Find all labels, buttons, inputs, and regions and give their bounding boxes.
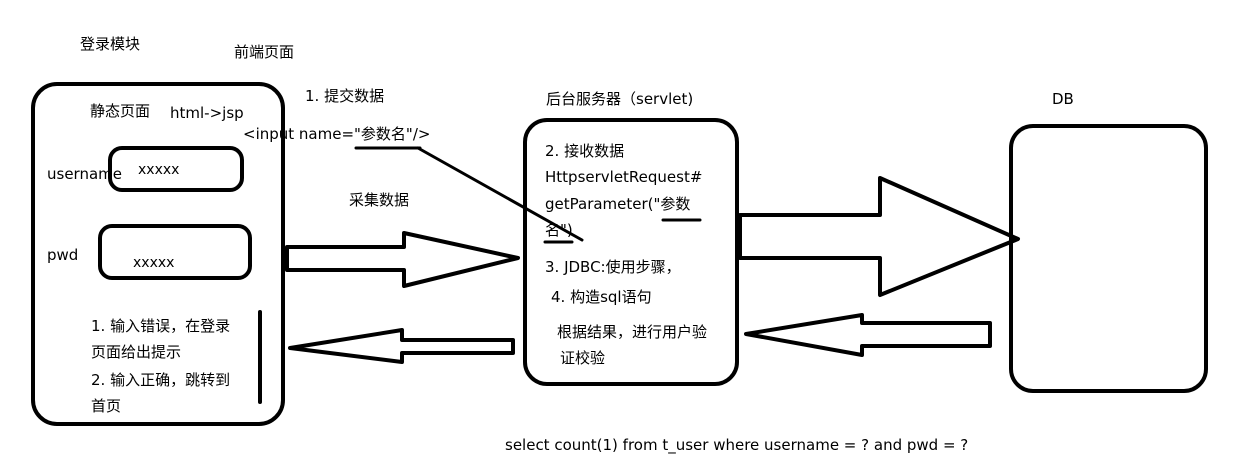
verify-line-2: 证校验 [560,349,606,367]
hint-line-4: 首页 [91,397,122,415]
pwd-value: xxxxx [133,255,175,271]
sql-statement: select count(1) from t_user where userna… [505,436,969,454]
step2-label: 2. 接收数据 [545,142,625,160]
arrow-to-db [738,176,1020,297]
hint-line-3: 2. 输入正确，跳转到 [91,371,231,389]
db-label: DB [1052,90,1074,108]
pwd-field [98,224,252,280]
diagram-canvas: 登录模块 前端页面 静态页面 html->jsp username xxxxx … [0,0,1249,476]
request-line-1: HttpservletRequest# [545,168,703,186]
request-line-2: getParameter("参数 [545,195,691,213]
frontend-page-title: 前端页面 [234,43,295,61]
html-jsp-label: html->jsp [170,104,244,122]
arrow-to-backend [285,231,520,288]
submit-data-label: 1. 提交数据 [305,87,385,105]
username-label: username [47,165,122,183]
username-value: xxxxx [138,162,180,178]
diagram-shapes [31,82,1208,426]
collect-data-label: 采集数据 [349,191,410,209]
step3-label: 3. JDBC:使用步骤， [545,258,681,276]
step4-label: 4. 构造sql语句 [551,288,652,306]
input-tag-label: <input name="参数名"/> [243,125,431,143]
arrow-to-backend-from-db [744,313,992,357]
request-line-3: 名") [545,221,573,239]
static-page-label: 静态页面 [90,102,151,120]
hint-line-1: 1. 输入错误，在登录 [91,317,231,335]
db-box [1009,124,1208,393]
verify-line-1: 根据结果，进行用户验 [557,323,708,341]
hint-line-2: 页面给出提示 [91,343,182,361]
backend-server-title: 后台服务器（servlet) [546,90,694,108]
arrow-to-frontend [288,328,515,364]
login-module-title: 登录模块 [80,35,141,53]
pwd-label: pwd [47,246,79,264]
